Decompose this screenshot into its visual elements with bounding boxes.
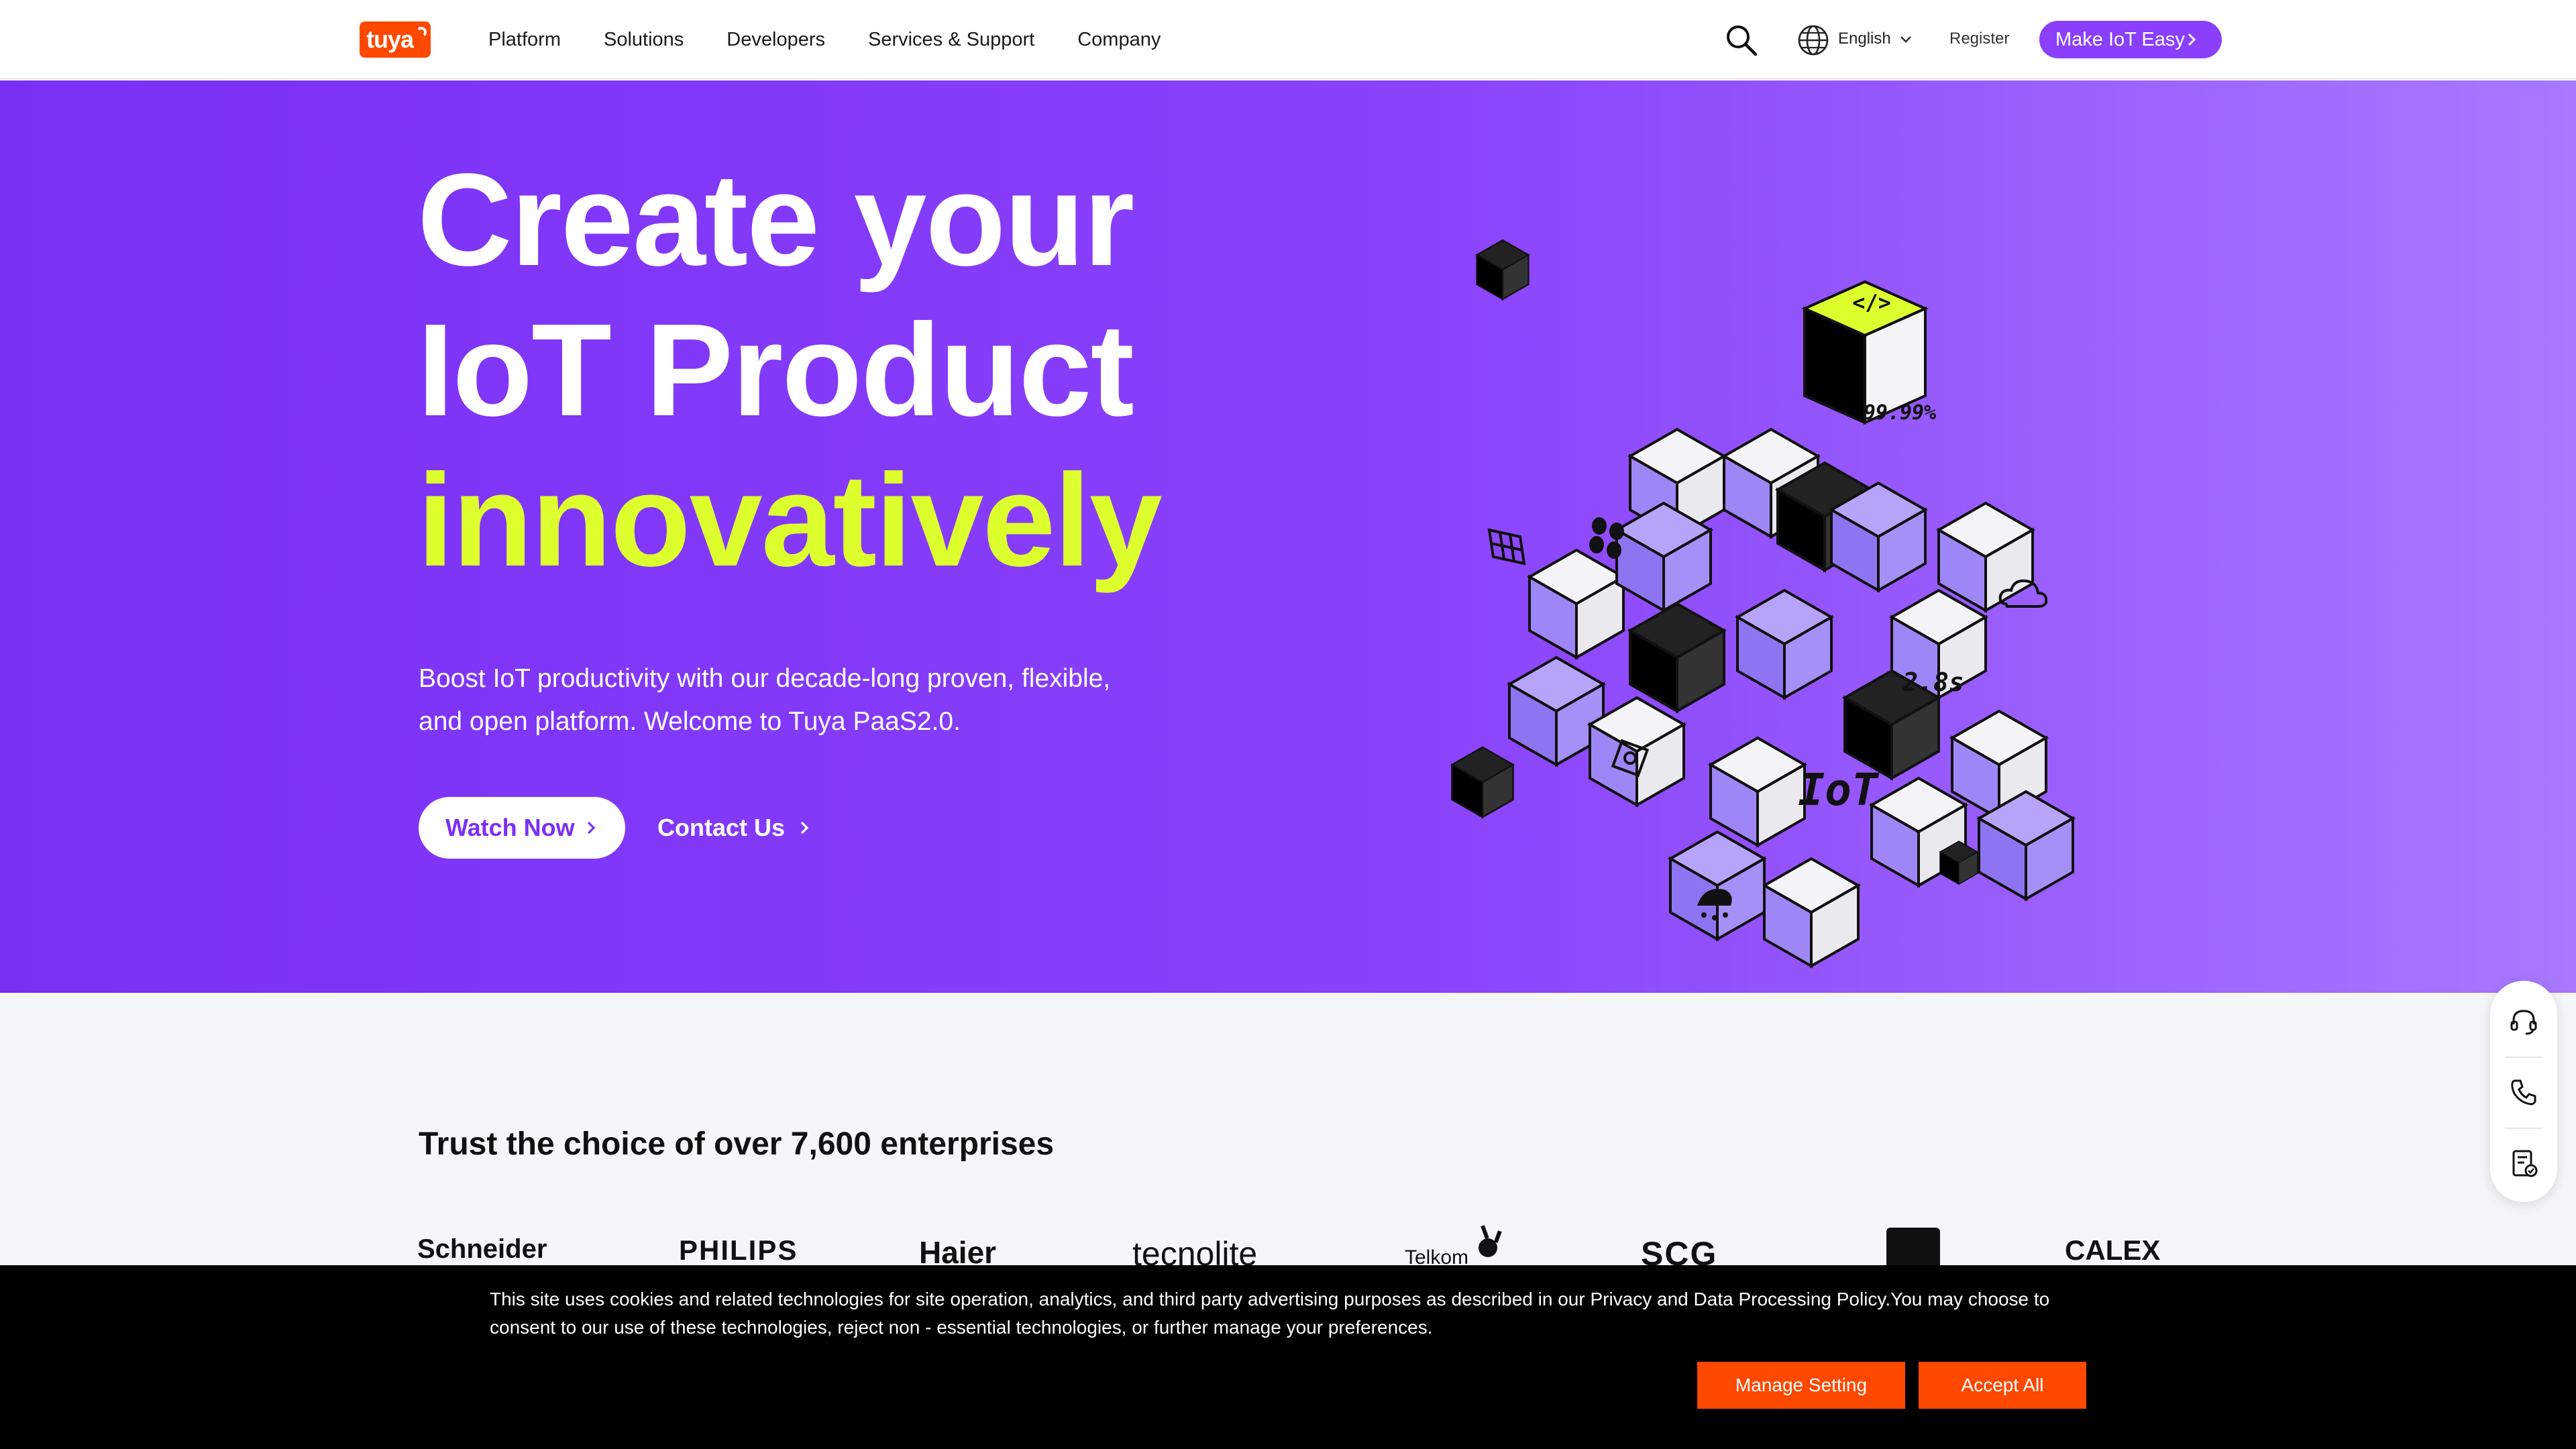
chevron-right-icon: [800, 821, 809, 835]
language-selector[interactable]: English: [1838, 30, 1891, 48]
trust-heading: Trust the choice of over 7,600 enterpris…: [419, 1126, 1055, 1162]
brand-logo-calex: CALEX: [2065, 1234, 2161, 1266]
code-label: </>: [1852, 290, 1891, 315]
search-icon[interactable]: [1724, 23, 1759, 58]
support-button[interactable]: [2490, 986, 2557, 1056]
hero-subtitle: Boost IoT productivity with our decade-l…: [419, 664, 1111, 736]
make-iot-easy-button[interactable]: Make IoT Easy: [2039, 21, 2222, 58]
tuya-logo[interactable]: tuya: [360, 21, 431, 58]
contact-us-label: Contact Us: [657, 814, 786, 841]
uptime-label: 99.99%: [1864, 401, 1936, 425]
telkom-emblem-icon: [1479, 1225, 1502, 1257]
chevron-down-icon[interactable]: [1898, 32, 1913, 47]
site-header: tuya Platform Solutions Developers Servi…: [0, 0, 2576, 79]
headset-icon: [2510, 1010, 2537, 1035]
nav-services-support[interactable]: Services & Support: [868, 29, 1034, 51]
apps-grid-icon: [1589, 517, 1624, 559]
nav-platform[interactable]: Platform: [488, 29, 561, 51]
watch-now-label: Watch Now: [445, 814, 575, 841]
phone-icon: [2511, 1079, 2536, 1106]
logo-signal-icon: [416, 27, 427, 38]
phone-button[interactable]: [2490, 1057, 2557, 1127]
chevron-right-icon: [587, 821, 596, 835]
globe-icon[interactable]: [1796, 23, 1830, 57]
iot-label: IoT: [1798, 764, 1879, 816]
cookie-consent-banner: This site uses cookies and related techn…: [0, 1265, 2576, 1449]
manage-setting-button[interactable]: Manage Setting: [1697, 1362, 1905, 1409]
contact-us-button[interactable]: Contact Us: [657, 797, 812, 859]
brand-logo-schneider: Schneider: [417, 1234, 547, 1264]
nav-company[interactable]: Company: [1077, 29, 1161, 51]
cta-label: Make IoT Easy: [2055, 29, 2185, 50]
hero-title-accent: innovatively: [417, 447, 1163, 594]
solar-panel-icon: [1487, 528, 1526, 566]
cookie-message: This site uses cookies and related techn…: [490, 1289, 2050, 1338]
chevron-right-icon: [2188, 33, 2196, 46]
hero-banner: Create your IoT Product innovatively Boo…: [0, 80, 2576, 993]
iot-cube-illustration: </> 99.99% 2.8s IoT: [1451, 239, 2074, 967]
watch-now-button[interactable]: Watch Now: [419, 797, 625, 859]
form-button[interactable]: [2490, 1128, 2557, 1198]
speed-label: 2.8s: [1902, 667, 1964, 697]
nav-solutions[interactable]: Solutions: [604, 29, 684, 51]
accept-all-button[interactable]: Accept All: [1919, 1362, 2086, 1409]
hero-title: Create your IoT Product innovatively: [417, 145, 1356, 596]
document-icon: [2512, 1150, 2538, 1177]
hero-title-line-1: Create your: [417, 146, 1134, 293]
nav-developers[interactable]: Developers: [727, 29, 825, 51]
main-nav: Platform Solutions Developers Services &…: [488, 0, 1161, 79]
logo-text: tuya: [366, 25, 414, 53]
register-link[interactable]: Register: [1949, 30, 2009, 48]
brand-logo-philips: PHILIPS: [679, 1234, 798, 1266]
floating-contact-bar: [2490, 981, 2557, 1202]
hero-title-line-2: IoT Product: [417, 297, 1134, 443]
